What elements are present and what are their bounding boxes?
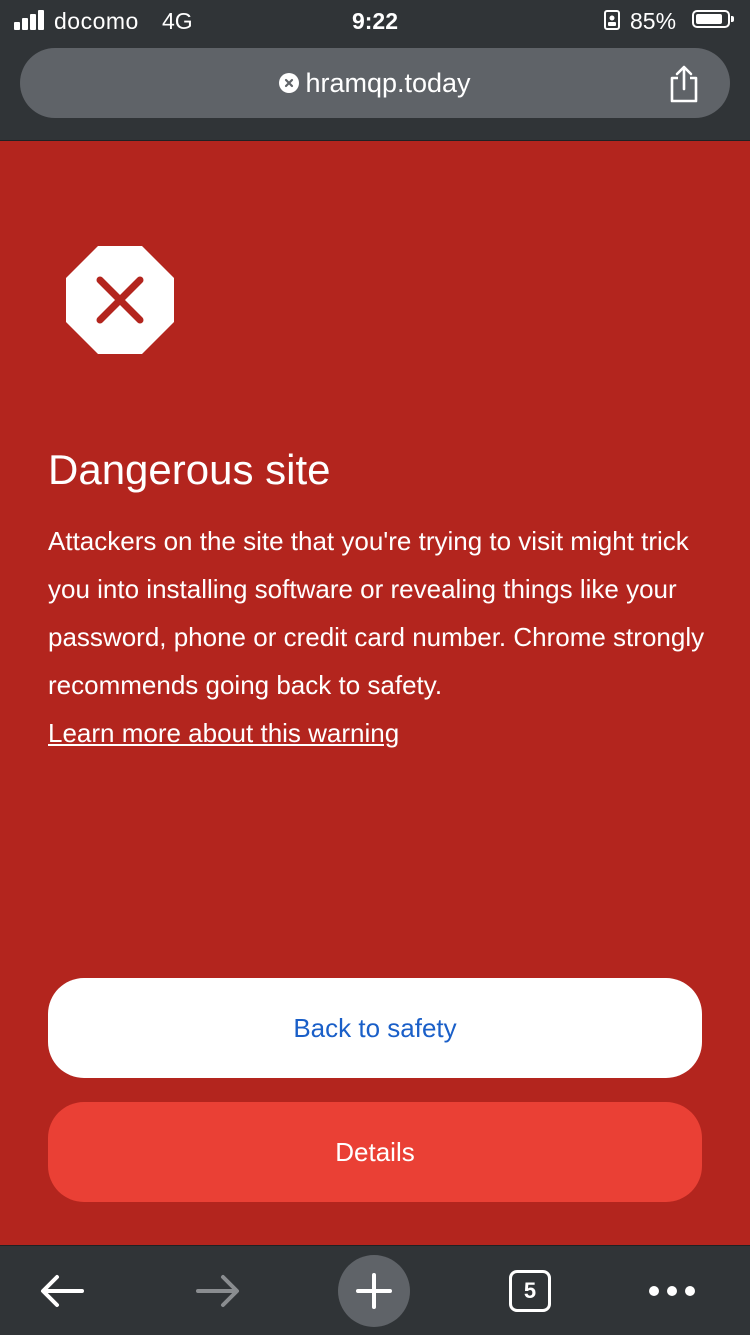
safe-browsing-interstitial: Dangerous site Attackers on the site tha… bbox=[0, 141, 750, 1245]
more-menu-button[interactable] bbox=[644, 1246, 700, 1335]
back-to-safety-button[interactable]: Back to safety bbox=[48, 978, 702, 1078]
new-tab-plus-icon[interactable] bbox=[356, 1272, 392, 1309]
back-arrow-icon[interactable] bbox=[39, 1273, 85, 1309]
forward-button[interactable] bbox=[186, 1246, 250, 1335]
back-button[interactable] bbox=[30, 1246, 94, 1335]
battery-fill bbox=[696, 14, 722, 24]
warning-description: Attackers on the site that you're trying… bbox=[48, 526, 705, 700]
orientation-lock-icon bbox=[604, 10, 620, 30]
new-tab-button[interactable] bbox=[338, 1246, 410, 1335]
not-secure-x-icon[interactable] bbox=[279, 73, 300, 93]
forward-arrow-icon[interactable] bbox=[195, 1273, 241, 1309]
browser-top-chrome: docomo 4G 9:22 85% hramqp.today bbox=[0, 0, 750, 141]
tab-switcher-icon[interactable]: 5 bbox=[509, 1269, 551, 1312]
url-bar[interactable]: hramqp.today bbox=[20, 48, 730, 118]
stop-octagon-x-icon bbox=[66, 246, 174, 354]
battery-percent: 85% bbox=[630, 8, 677, 34]
url-content[interactable]: hramqp.today bbox=[20, 48, 730, 118]
share-icon[interactable] bbox=[666, 64, 702, 104]
battery-icon bbox=[692, 10, 734, 28]
status-bar: docomo 4G 9:22 85% bbox=[0, 0, 750, 42]
details-button[interactable]: Details bbox=[48, 1102, 702, 1202]
tab-switcher-button[interactable]: 5 bbox=[500, 1246, 560, 1335]
more-dots-icon[interactable] bbox=[648, 1285, 696, 1297]
url-domain[interactable]: hramqp.today bbox=[305, 68, 470, 99]
page-title: Dangerous site bbox=[48, 446, 331, 493]
battery-cap bbox=[731, 16, 734, 22]
bottom-toolbar: 5 bbox=[0, 1245, 750, 1335]
new-tab-circle[interactable] bbox=[338, 1254, 410, 1327]
learn-more-link[interactable]: Learn more about this warning bbox=[48, 709, 399, 757]
